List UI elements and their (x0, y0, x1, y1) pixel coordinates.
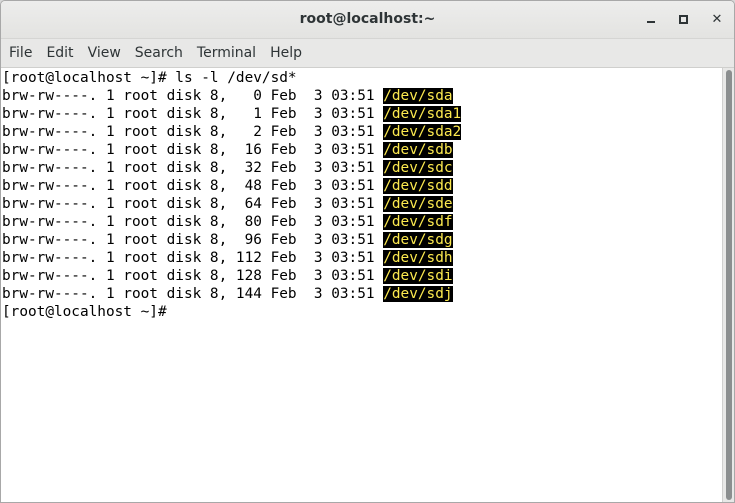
device-name: /dev/sda1 (383, 106, 462, 122)
maximize-icon (678, 14, 688, 24)
terminal-lines: [root@localhost ~]# ls -l /dev/sd* brw-r… (2, 69, 462, 321)
file-info: brw-rw----. 1 root disk 8, 2 Feb 3 03:51 (2, 124, 384, 140)
menu-search[interactable]: Search (128, 39, 190, 68)
device-name: /dev/sde (383, 196, 453, 212)
minimize-icon (647, 21, 655, 23)
file-info: brw-rw----. 1 root disk 8, 112 Feb 3 03:… (2, 250, 384, 266)
device-name: /dev/sda2 (383, 124, 462, 140)
listing-row: brw-rw----. 1 root disk 8, 2 Feb 3 03:51… (2, 123, 462, 141)
device-name: /dev/sdj (383, 286, 453, 302)
close-button[interactable]: ✕ (707, 9, 727, 29)
file-info: brw-rw----. 1 root disk 8, 144 Feb 3 03:… (2, 286, 384, 302)
menu-view[interactable]: View (81, 39, 128, 68)
listing-row: brw-rw----. 1 root disk 8, 1 Feb 3 03:51… (2, 105, 462, 123)
menu-terminal[interactable]: Terminal (190, 39, 263, 68)
file-info: brw-rw----. 1 root disk 8, 32 Feb 3 03:5… (2, 160, 384, 176)
listing-row: brw-rw----. 1 root disk 8, 128 Feb 3 03:… (2, 267, 461, 285)
file-info: brw-rw----. 1 root disk 8, 16 Feb 3 03:5… (2, 142, 384, 158)
device-name: /dev/sdh (383, 250, 453, 266)
file-info: brw-rw----. 1 root disk 8, 1 Feb 3 03:51 (2, 106, 384, 122)
terminal-output[interactable]: [root@localhost ~]# ls -l /dev/sd* brw-r… (1, 68, 722, 502)
close-icon: ✕ (711, 11, 723, 27)
device-name: /dev/sdi (383, 268, 453, 284)
listing-row: brw-rw----. 1 root disk 8, 32 Feb 3 03:5… (2, 159, 461, 177)
file-info: brw-rw----. 1 root disk 8, 96 Feb 3 03:5… (2, 232, 384, 248)
listing-row: brw-rw----. 1 root disk 8, 16 Feb 3 03:5… (2, 141, 461, 159)
maximize-button[interactable] (673, 9, 693, 29)
device-name: /dev/sdg (383, 232, 453, 248)
listing-row: brw-rw----. 1 root disk 8, 96 Feb 3 03:5… (2, 231, 461, 249)
file-info: brw-rw----. 1 root disk 8, 64 Feb 3 03:5… (2, 196, 384, 212)
scrollbar-thumb[interactable] (726, 70, 732, 500)
listing-row: brw-rw----. 1 root disk 8, 0 Feb 3 03:51… (2, 87, 461, 105)
file-info: brw-rw----. 1 root disk 8, 128 Feb 3 03:… (2, 268, 384, 284)
listing-rows: brw-rw----. 1 root disk 8, 0 Feb 3 03:51… (2, 87, 462, 303)
device-name: /dev/sda (383, 88, 453, 104)
menu-file[interactable]: File (2, 39, 39, 68)
listing-row: brw-rw----. 1 root disk 8, 48 Feb 3 03:5… (2, 177, 461, 195)
title-bar[interactable]: root@localhost:~ ✕ (1, 1, 734, 39)
listing-row: brw-rw----. 1 root disk 8, 64 Feb 3 03:5… (2, 195, 461, 213)
file-info: brw-rw----. 1 root disk 8, 48 Feb 3 03:5… (2, 178, 384, 194)
file-info: brw-rw----. 1 root disk 8, 80 Feb 3 03:5… (2, 214, 384, 230)
window-title: root@localhost:~ (299, 11, 436, 27)
terminal-window: root@localhost:~ ✕ File Edit View Search… (0, 0, 735, 503)
file-info: brw-rw----. 1 root disk 8, 0 Feb 3 03:51 (2, 88, 384, 104)
command-line: [root@localhost ~]# ls -l /dev/sd* (2, 70, 297, 86)
vertical-scrollbar[interactable] (722, 68, 734, 502)
listing-row: brw-rw----. 1 root disk 8, 80 Feb 3 03:5… (2, 213, 461, 231)
shell-prompt: [root@localhost ~]# (2, 304, 167, 320)
listing-row: brw-rw----. 1 root disk 8, 112 Feb 3 03:… (2, 249, 461, 267)
listing-row: brw-rw----. 1 root disk 8, 144 Feb 3 03:… (2, 285, 461, 303)
device-name: /dev/sdb (383, 142, 453, 158)
minimize-button[interactable] (641, 9, 661, 29)
menu-bar: File Edit View Search Terminal Help (1, 39, 734, 68)
menu-edit[interactable]: Edit (39, 39, 80, 68)
device-name: /dev/sdf (383, 214, 453, 230)
menu-help[interactable]: Help (263, 39, 309, 68)
device-name: /dev/sdc (383, 160, 453, 176)
device-name: /dev/sdd (383, 178, 453, 194)
